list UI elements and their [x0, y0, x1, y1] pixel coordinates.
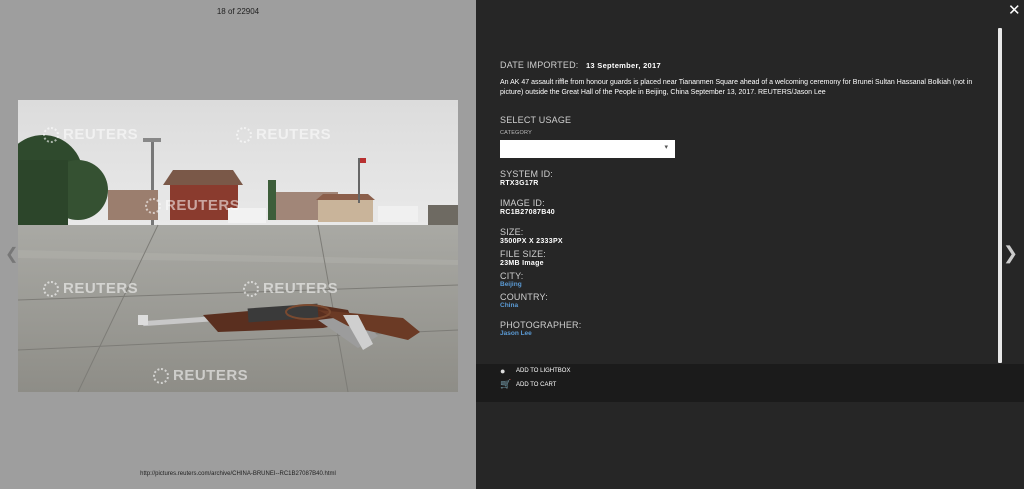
category-label: CATEGORY: [500, 130, 532, 136]
main-photo[interactable]: REUTERS REUTERS REUTERS REUTERS REUTERS …: [18, 100, 458, 392]
reuters-watermark: REUTERS: [145, 197, 240, 214]
lightbox-label: ADD TO LIGHTBOX: [516, 368, 571, 374]
reuters-watermark: REUTERS: [236, 126, 331, 143]
city-link[interactable]: Beijing: [500, 281, 988, 288]
image-id-value: RC1B27087B40: [500, 209, 555, 216]
chevron-left-icon[interactable]: ❮: [5, 244, 18, 264]
lightbulb-icon: ●: [500, 366, 506, 376]
photo-illustration: [18, 100, 458, 392]
details-content: DATE IMPORTED: 13 September, 2017 An AK …: [500, 55, 988, 337]
add-to-cart-button[interactable]: 🛒 ADD TO CART: [500, 379, 556, 390]
system-id-value: RTX3G17R: [500, 180, 539, 187]
country-link[interactable]: China: [500, 302, 988, 309]
chevron-down-icon: ▾: [664, 144, 668, 151]
size-value: 3500PX X 2333PX: [500, 238, 563, 245]
reuters-watermark: REUTERS: [243, 280, 338, 297]
system-id-label: SYSTEM ID:: [500, 169, 554, 179]
image-counter: 18 of 22904: [216, 7, 260, 16]
cart-label: ADD TO CART: [516, 381, 557, 388]
action-bar: ● ADD TO LIGHTBOX 🛒 ADD TO CART: [476, 364, 1024, 402]
photographer-label: PHOTOGRAPHER:: [500, 320, 582, 330]
reuters-watermark: REUTERS: [43, 280, 138, 297]
file-size-value: 23MB Image: [500, 260, 544, 267]
country-label: COUNTRY:: [500, 292, 548, 302]
reuters-watermark: REUTERS: [153, 367, 248, 384]
size-label: SIZE:: [500, 227, 524, 237]
add-to-lightbox-button[interactable]: ● ADD TO LIGHTBOX: [500, 366, 570, 376]
scrollbar[interactable]: [998, 28, 1002, 363]
date-label: DATE IMPORTED:: [500, 60, 579, 70]
chevron-right-icon[interactable]: ❯: [1003, 243, 1018, 264]
details-panel: ✕ ❯ DATE IMPORTED: 13 September, 2017 An…: [476, 0, 1024, 489]
image-viewer: 18 of 22904 ❮ REUTERS REUTERS REUTERS RE…: [0, 0, 476, 489]
photographer-link[interactable]: Jason Lee: [500, 330, 988, 337]
file-size-label: FILE SIZE:: [500, 249, 547, 259]
image-id-label: IMAGE ID:: [500, 198, 545, 208]
close-icon[interactable]: ✕: [1008, 2, 1021, 20]
image-url[interactable]: http://pictures.reuters.com/archive/CHIN…: [0, 471, 476, 477]
select-usage-label: SELECT USAGE: [500, 115, 572, 125]
image-description: An AK 47 assault riffle from honour guar…: [500, 79, 973, 96]
cart-icon: 🛒: [500, 379, 512, 389]
reuters-watermark: REUTERS: [43, 126, 138, 143]
category-select[interactable]: ▾: [500, 140, 675, 158]
city-label: CITY:: [500, 271, 524, 281]
date-imported: DATE IMPORTED: 13 September, 2017: [500, 55, 988, 73]
date-value: 13 September, 2017: [585, 61, 661, 70]
